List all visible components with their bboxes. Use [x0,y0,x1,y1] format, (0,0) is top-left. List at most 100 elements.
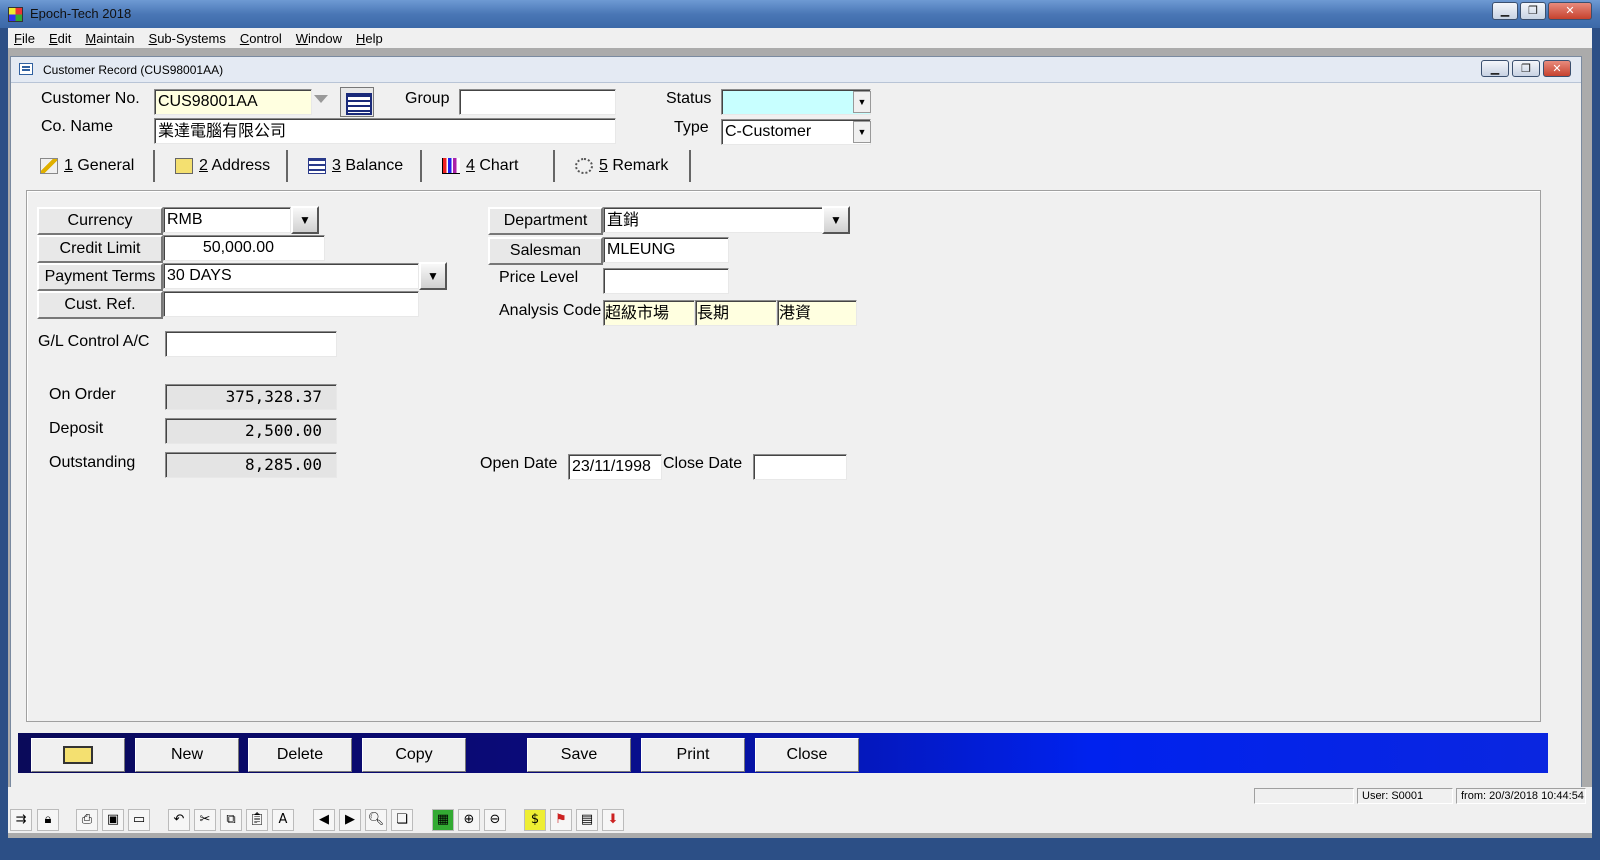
close-button[interactable]: Close [755,738,859,772]
price-level-label: Price Level [499,269,579,286]
menu-edit[interactable]: Edit [49,31,71,46]
salesman-input[interactable]: MLEUNG [603,237,729,263]
menu-sub-systems[interactable]: Sub-Systems [149,31,226,46]
gl-control-label: G/L Control A/C [38,333,150,350]
copy-button[interactable]: Copy [362,738,466,772]
status-pane-blank [1254,788,1354,804]
close-date-label: Close Date [663,455,743,472]
open-date-label: Open Date [480,455,558,472]
department-select[interactable]: 直銷 [603,207,823,233]
status-user: User: S0001 [1357,788,1453,804]
status-bar: User: S0001 from: 20/3/2018 10:44:54 [8,787,1592,805]
on-order-label: On Order [49,386,116,403]
restore-icon[interactable]: ❐ [1520,2,1546,20]
type-select[interactable]: C-Customer [721,119,871,145]
preview-icon[interactable]: ▣ [102,809,124,831]
memo-button[interactable] [31,738,125,772]
payment-terms-select[interactable]: 30 DAYS [163,263,419,289]
calculator-icon[interactable]: ▤ [576,809,598,831]
app-window-controls: ▁ ❐ ✕ [1492,2,1592,20]
close-date-input[interactable] [753,454,847,480]
next-record-icon[interactable]: ▶ [339,809,361,831]
group-input[interactable] [459,89,616,115]
cust-ref-input[interactable] [163,291,419,317]
department-dropdown-icon[interactable]: ▼ [822,206,850,234]
analysis-code-3-input[interactable]: 港資 [777,300,857,326]
price-level-input[interactable] [603,268,729,294]
form-icon [19,63,33,75]
paste-icon[interactable]: 📋︎ [246,809,268,831]
find-record-icon[interactable]: 🔍︎ [365,809,387,831]
tab-balance[interactable]: 3 Balance [288,150,422,182]
previous-record-icon[interactable]: ◀ [313,809,335,831]
co-name-input[interactable]: 業達電腦有限公司 [154,118,616,144]
zoom-in-icon[interactable]: ⊕ [458,809,480,831]
window-icon[interactable]: ▦ [432,809,454,831]
app-titlebar: Epoch-Tech 2018 ▁ ❐ ✕ [0,0,1600,28]
save-button[interactable]: Save [527,738,631,772]
child-titlebar: Customer Record (CUS98001AA) ▁ ❐ ✕ [11,57,1581,83]
gear-note-icon [575,158,593,174]
lock-icon[interactable]: 🔒︎ [37,809,59,831]
salesman-label: Salesman [488,237,603,265]
gl-control-input[interactable] [165,331,337,357]
outstanding-value: 8,285.00 [165,452,337,478]
zoom-out-icon[interactable]: ⊖ [484,809,506,831]
exit-icon[interactable]: ⇉ [10,809,32,831]
outstanding-label: Outstanding [49,454,136,471]
tab-general[interactable]: 1 General [20,150,155,182]
font-icon[interactable]: A [272,809,294,831]
analysis-code-1-input[interactable]: 超級市場 [603,300,695,326]
menu-window[interactable]: Window [296,31,342,46]
child-restore-icon[interactable]: ❐ [1512,60,1540,77]
cut-icon[interactable]: ✂ [194,809,216,831]
menu-maintain[interactable]: Maintain [85,31,134,46]
status-select[interactable] [721,89,871,115]
new-button[interactable]: New [135,738,239,772]
type-dropdown-icon[interactable]: ▼ [853,121,871,143]
bar-chart-icon [442,158,460,174]
cust-ref-label: Cust. Ref. [37,291,163,319]
tab-remark[interactable]: 5 Remark [555,150,691,182]
delete-button[interactable]: Delete [248,738,352,772]
close-icon[interactable]: ✕ [1548,2,1592,20]
currency-label: Currency [37,207,163,235]
menu-file[interactable]: File [14,31,35,46]
customer-no-label: Customer No. [41,90,140,107]
printer-icon[interactable]: ⎙ [76,809,98,831]
menu-control[interactable]: Control [240,31,282,46]
customer-no-dropdown-icon[interactable] [314,95,328,103]
currency-icon[interactable]: $ [524,809,546,831]
duplicate-icon[interactable]: ❏ [391,809,413,831]
copy-icon[interactable]: ⧉ [220,809,242,831]
analysis-code-label: Analysis Code [499,302,602,319]
tab-chart[interactable]: 4 Chart [422,150,555,182]
menu-help[interactable]: Help [356,31,383,46]
child-minimize-icon[interactable]: ▁ [1481,60,1509,77]
co-name-label: Co. Name [41,118,114,135]
app-title: Epoch-Tech 2018 [30,6,132,21]
currency-dropdown-icon[interactable]: ▼ [291,206,319,234]
status-dropdown-icon[interactable]: ▼ [853,91,871,113]
open-date-input[interactable]: 23/11/1998 [568,454,662,480]
download-icon[interactable]: ⬇ [602,809,624,831]
analysis-code-2-input[interactable]: 長期 [695,300,777,326]
child-title: Customer Record (CUS98001AA) [43,63,224,77]
customer-lookup-grid-icon[interactable] [340,87,374,117]
credit-limit-input[interactable]: 50,000.00 [163,235,325,261]
currency-select[interactable]: RMB [163,207,291,233]
flag-icon[interactable]: ⚑ [550,809,572,831]
payment-terms-dropdown-icon[interactable]: ▼ [419,262,447,290]
customer-no-input[interactable]: CUS98001AA [154,89,312,115]
window-bottom-frame [0,838,1600,860]
status-login-time: from: 20/3/2018 10:44:54 [1456,788,1586,804]
type-label: Type [674,119,709,136]
action-button-bar: New Delete Copy Save Print Close [18,733,1548,773]
child-close-icon[interactable]: ✕ [1543,60,1571,77]
credit-limit-label: Credit Limit [37,235,163,263]
form-icon[interactable]: ▭ [128,809,150,831]
minimize-icon[interactable]: ▁ [1492,2,1518,20]
print-button[interactable]: Print [641,738,745,772]
tab-address[interactable]: 2 Address [155,150,288,182]
undo-icon[interactable]: ↶ [168,809,190,831]
